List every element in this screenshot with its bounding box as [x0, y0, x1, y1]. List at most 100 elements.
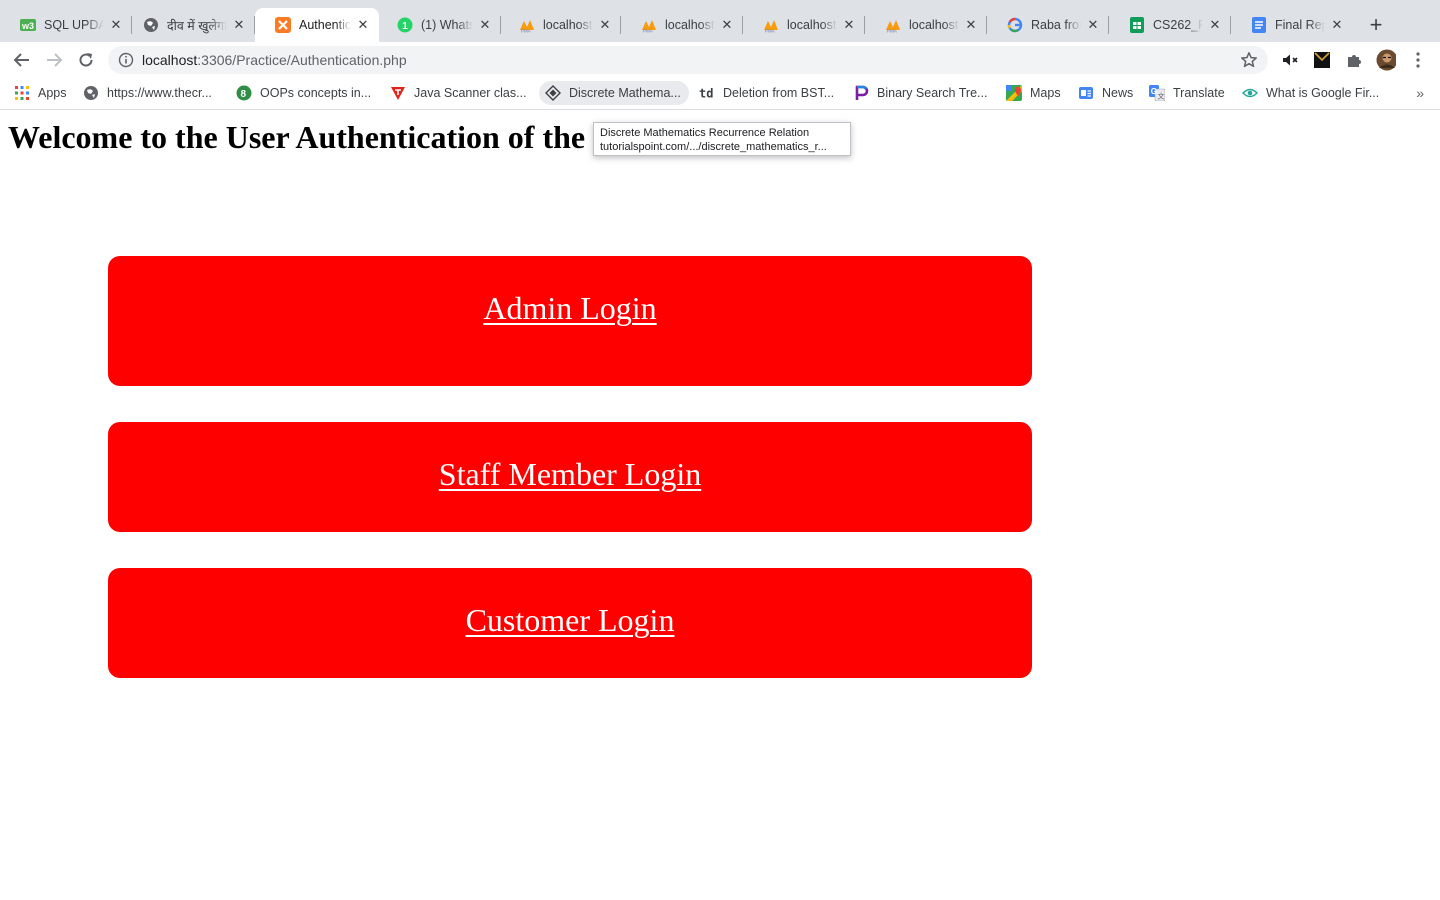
tab-phpmyadmin-4[interactable]: PMA localhost:3306 ✕ — [865, 8, 987, 42]
bookmark-label: Binary Search Tre... — [877, 86, 988, 100]
svg-text:td: td — [699, 87, 713, 101]
bookmark-label: Java Scanner clas... — [414, 86, 527, 100]
tab-phpmyadmin-1[interactable]: PMA localhost:3306 ✕ — [499, 8, 621, 42]
tab-phpmyadmin-2[interactable]: PMA localhost:3306 ✕ — [621, 8, 743, 42]
bookmark-label: Discrete Mathema... — [569, 86, 681, 100]
maps-icon — [1006, 85, 1022, 101]
close-icon[interactable]: ✕ — [597, 17, 613, 33]
extensions-puzzle-icon[interactable] — [1344, 50, 1364, 70]
bookmark-oops[interactable]: 8 OOPs concepts in... — [230, 81, 379, 105]
tab-final-report[interactable]: Final Report ✕ — [1231, 8, 1353, 42]
bookmark-java-scanner[interactable]: Java Scanner clas... — [384, 81, 535, 105]
tab-title: Authentication — [299, 18, 351, 32]
bookmark-google-firebase[interactable]: What is Google Fir... — [1236, 81, 1387, 105]
close-icon[interactable]: ✕ — [477, 17, 493, 33]
admin-login-link[interactable]: Admin Login — [108, 290, 1032, 327]
close-icon[interactable]: ✕ — [1207, 17, 1223, 33]
svg-text:PMA: PMA — [521, 29, 531, 34]
google-icon — [1007, 17, 1023, 33]
phpmyadmin-icon: PMA — [519, 17, 535, 33]
page-content: Welcome to the User Authentication of th… — [0, 111, 1440, 900]
svg-text:1: 1 — [402, 21, 408, 32]
tab-title: CS262_Pro — [1153, 18, 1203, 32]
muted-speaker-icon[interactable] — [1280, 50, 1300, 70]
svg-text:PMA: PMA — [887, 29, 897, 34]
bookmark-tooltip: Discrete Mathematics Recurrence Relation… — [593, 122, 851, 156]
tab-phpmyadmin-3[interactable]: PMA localhost:3306 ✕ — [743, 8, 865, 42]
forward-button[interactable] — [42, 48, 66, 72]
docs-icon — [1251, 17, 1267, 33]
bookmark-maps[interactable]: Maps — [1000, 81, 1069, 105]
tab-title: localhost:3306 — [665, 18, 715, 32]
page-title: Welcome to the User Authentication of th… — [8, 119, 586, 155]
staff-login-link[interactable]: Staff Member Login — [108, 456, 1032, 493]
tpoint-icon — [390, 85, 406, 101]
tab-title: दीव में खुलेगा — [167, 18, 227, 33]
td-icon: td — [699, 85, 715, 101]
tab-title: (1) WhatsApp — [421, 18, 473, 32]
extension-icon[interactable] — [1312, 50, 1332, 70]
tab-title: localhost:3306 — [909, 18, 959, 32]
close-icon[interactable]: ✕ — [231, 17, 247, 33]
staff-login-box: Staff Member Login — [108, 422, 1032, 532]
bookmark-discrete-math[interactable]: Discrete Mathema... — [539, 81, 689, 105]
close-icon[interactable]: ✕ — [108, 17, 124, 33]
bookmarks-bar: Apps https://www.thecr... 8 OOPs concept… — [0, 78, 1440, 110]
close-icon[interactable]: ✕ — [1085, 17, 1101, 33]
browser-toolbar: localhost:3306/Practice/Authentication.p… — [0, 42, 1440, 78]
bookmark-binary-search-tree[interactable]: Binary Search Tre... — [847, 81, 995, 105]
tab-title: SQL UPDATE — [44, 18, 104, 32]
close-icon[interactable]: ✕ — [963, 17, 979, 33]
menu-dots-icon[interactable] — [1408, 50, 1428, 70]
tab-sql-update[interactable]: w3 SQL UPDATE ✕ — [0, 8, 132, 42]
close-icon[interactable]: ✕ — [719, 17, 735, 33]
tab-title: Raba from — [1031, 18, 1081, 32]
tab-authentication[interactable]: Authentication ✕ — [255, 8, 379, 42]
tooltip-url: tutorialspoint.com/.../discrete_mathemat… — [600, 141, 827, 153]
w3schools-icon: w3 — [20, 17, 36, 33]
avatar[interactable] — [1376, 49, 1396, 71]
tab-hindi-news[interactable]: दीव में खुलेगा ✕ — [123, 8, 255, 42]
bookmark-news[interactable]: News — [1072, 81, 1141, 105]
tab-title: localhost:3306 — [787, 18, 837, 32]
tab-cs262-sheet[interactable]: CS262_Pro ✕ — [1109, 8, 1231, 42]
close-icon[interactable]: ✕ — [1329, 17, 1345, 33]
bookmark-translate[interactable]: G文 Translate — [1143, 81, 1233, 105]
close-icon[interactable]: ✕ — [841, 17, 857, 33]
url-text: localhost:3306/Practice/Authentication.p… — [142, 52, 407, 68]
bookmark-label: What is Google Fir... — [1266, 86, 1380, 100]
bookmark-label: https://www.thecr... — [107, 86, 212, 100]
back-arrow-icon — [13, 53, 29, 67]
news-icon — [1078, 85, 1094, 101]
bookmark-label: News — [1102, 86, 1134, 100]
info-icon[interactable] — [118, 52, 134, 68]
bookmark-thecr[interactable]: https://www.thecr... — [77, 81, 220, 105]
bookmarks-overflow-button[interactable]: » — [1416, 85, 1424, 101]
reload-button[interactable] — [74, 48, 98, 72]
address-bar[interactable]: localhost:3306/Practice/Authentication.p… — [108, 46, 1268, 74]
tooltip-title: Discrete Mathematics Recurrence Relation — [600, 127, 810, 139]
geeks-icon: 8 — [236, 85, 252, 101]
back-button[interactable] — [10, 48, 34, 72]
close-icon[interactable]: ✕ — [355, 17, 371, 33]
svg-text:PMA: PMA — [765, 29, 775, 34]
bookmark-label: Maps — [1030, 86, 1061, 100]
sheets-icon — [1129, 17, 1145, 33]
globe-icon — [143, 17, 159, 33]
diamond-icon — [545, 85, 561, 101]
tab-strip: w3 SQL UPDATE ✕ दीव में खुलेगा ✕ Authent… — [0, 0, 1440, 42]
new-tab-button[interactable]: + — [1364, 14, 1388, 38]
tab-whatsapp[interactable]: 1 (1) WhatsApp ✕ — [377, 8, 501, 42]
tab-google-raba[interactable]: Raba from ✕ — [987, 8, 1109, 42]
bookmark-bst-deletion[interactable]: td Deletion from BST... — [693, 81, 842, 105]
bookmark-star-icon[interactable] — [1240, 51, 1258, 69]
p-icon — [853, 85, 869, 101]
reload-icon — [79, 53, 93, 67]
phpmyadmin-icon: PMA — [885, 17, 901, 33]
bookmark-apps[interactable]: Apps — [8, 81, 75, 105]
url-host: localhost — [142, 52, 198, 68]
translate-icon: G文 — [1149, 85, 1165, 101]
customer-login-link[interactable]: Customer Login — [108, 602, 1032, 639]
bookmark-label: Deletion from BST... — [723, 86, 835, 100]
url-path: :3306/Practice/Authentication.php — [197, 52, 407, 68]
